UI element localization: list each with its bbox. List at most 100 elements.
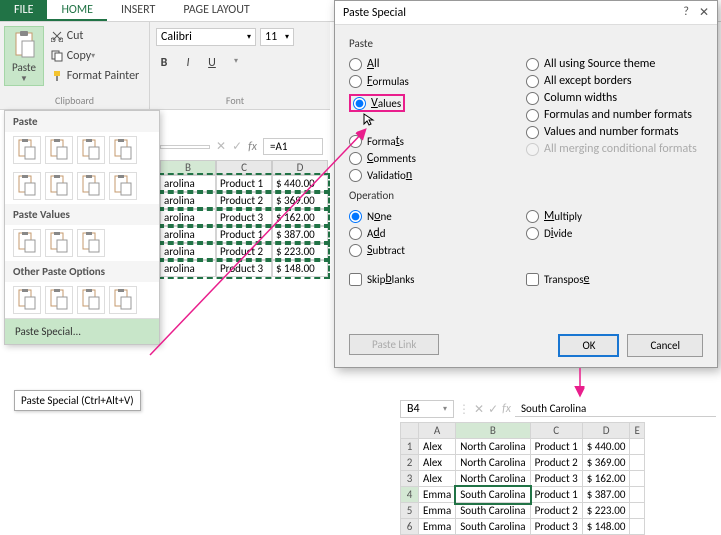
cell[interactable]: Product 2: [530, 455, 582, 471]
cancel-button[interactable]: Cancel: [627, 334, 703, 357]
cell[interactable]: South Carolina: [456, 503, 530, 519]
cell[interactable]: Product 3: [216, 209, 272, 226]
cell[interactable]: $ 223.00: [272, 243, 328, 260]
cell[interactable]: arolina: [160, 260, 216, 277]
cell[interactable]: arolina: [160, 243, 216, 260]
cell[interactable]: [630, 503, 644, 519]
cell[interactable]: [630, 455, 644, 471]
cell[interactable]: Emma: [419, 487, 456, 503]
row-header[interactable]: 3: [401, 471, 419, 487]
check-skip-blanks[interactable]: Skip blanks: [349, 272, 526, 286]
font-name-select[interactable]: Calibri▾: [156, 28, 256, 46]
cell[interactable]: $ 162.00: [272, 209, 328, 226]
radio-formulas[interactable]: Formulas: [349, 74, 526, 88]
italic-button[interactable]: I: [180, 56, 196, 70]
paste-option-icon[interactable]: [45, 286, 73, 314]
col-header[interactable]: D: [272, 160, 328, 175]
radio-subtract[interactable]: Subtract: [349, 243, 526, 257]
paste-option-icon[interactable]: [77, 229, 105, 257]
radio-formats[interactable]: Formats: [349, 134, 526, 148]
formula-input-result[interactable]: South Carolina: [515, 401, 716, 417]
radio-validation[interactable]: Validation: [349, 168, 526, 182]
cell[interactable]: $ 387.00: [582, 487, 630, 503]
radio-borders[interactable]: All except borders: [526, 74, 703, 88]
radio-multiply[interactable]: Multiply: [526, 209, 703, 223]
col-header[interactable]: C: [216, 160, 272, 175]
radio-formulas-num[interactable]: Formulas and number formats: [526, 108, 703, 122]
cell[interactable]: [630, 439, 644, 455]
cell[interactable]: $ 223.00: [582, 503, 630, 519]
radio-divide[interactable]: Divide: [526, 226, 703, 240]
check-icon[interactable]: ✓: [488, 402, 498, 417]
paste-option-icon[interactable]: [13, 286, 41, 314]
close-icon[interactable]: ✕: [699, 5, 709, 20]
fx-icon[interactable]: fx: [248, 140, 257, 154]
radio-add[interactable]: Add: [349, 226, 526, 240]
ok-button[interactable]: OK: [558, 334, 619, 357]
cell[interactable]: $ 440.00: [582, 439, 630, 455]
cell[interactable]: Product 1: [530, 487, 582, 503]
cell[interactable]: Product 1: [216, 226, 272, 243]
radio-comments[interactable]: Comments: [349, 151, 526, 165]
name-box-result[interactable]: B4▾: [400, 400, 454, 418]
tab-home[interactable]: HOME: [47, 0, 107, 21]
formula-input[interactable]: =A1: [263, 138, 323, 155]
check-icon[interactable]: ✓: [232, 139, 242, 154]
paste-option-icon[interactable]: [77, 136, 105, 164]
cell[interactable]: [630, 471, 644, 487]
chevron-down-icon[interactable]: ▼: [5, 74, 43, 84]
cell[interactable]: Emma: [419, 503, 456, 519]
paste-special-menu-item[interactable]: Paste Special...: [5, 318, 159, 344]
paste-option-icon[interactable]: [45, 136, 73, 164]
radio-theme[interactable]: All using Source theme: [526, 57, 703, 71]
paste-option-icon[interactable]: [109, 286, 137, 314]
fx-icon[interactable]: fx: [502, 402, 511, 416]
name-box[interactable]: [160, 145, 210, 149]
cell[interactable]: Alex: [419, 439, 456, 455]
paste-button[interactable]: Paste ▼: [4, 26, 44, 86]
cell[interactable]: $ 162.00: [582, 471, 630, 487]
cut-button[interactable]: Cut: [51, 26, 140, 46]
cell[interactable]: arolina: [160, 209, 216, 226]
bold-button[interactable]: B: [156, 56, 172, 70]
row-header[interactable]: 5: [401, 503, 419, 519]
tab-insert[interactable]: INSERT: [107, 0, 169, 21]
copy-button[interactable]: Copy ▾: [51, 46, 140, 66]
paste-option-icon[interactable]: [109, 136, 137, 164]
cell[interactable]: arolina: [160, 192, 216, 209]
cell[interactable]: $ 387.00: [272, 226, 328, 243]
radio-values[interactable]: Values: [349, 94, 405, 112]
font-size-select[interactable]: 11▾: [260, 28, 294, 46]
cell[interactable]: Product 2: [216, 243, 272, 260]
cell[interactable]: North Carolina: [456, 439, 530, 455]
result-grid[interactable]: ABCDE 1AlexNorth CarolinaProduct 1$ 440.…: [400, 422, 645, 535]
paste-option-icon[interactable]: [13, 136, 41, 164]
underline-button[interactable]: U: [204, 56, 220, 70]
col-header[interactable]: B: [160, 160, 216, 175]
cell[interactable]: $ 369.00: [582, 455, 630, 471]
row-header[interactable]: 4: [401, 487, 419, 503]
cell[interactable]: Product 2: [530, 503, 582, 519]
paste-option-icon[interactable]: [77, 172, 105, 200]
radio-none[interactable]: None: [349, 209, 526, 223]
cell[interactable]: Alex: [419, 455, 456, 471]
cell[interactable]: Product 1: [530, 439, 582, 455]
cancel-icon[interactable]: ✕: [216, 139, 226, 154]
cell[interactable]: arolina: [160, 175, 216, 192]
cell[interactable]: Product 3: [530, 471, 582, 487]
cell[interactable]: arolina: [160, 226, 216, 243]
cancel-icon[interactable]: ✕: [474, 402, 484, 417]
cell[interactable]: $ 369.00: [272, 192, 328, 209]
paste-option-icon[interactable]: [45, 172, 73, 200]
row-header[interactable]: 1: [401, 439, 419, 455]
cell[interactable]: Product 2: [216, 192, 272, 209]
cell[interactable]: Product 1: [216, 175, 272, 192]
cell[interactable]: North Carolina: [456, 455, 530, 471]
format-painter-button[interactable]: Format Painter: [51, 66, 140, 86]
paste-option-icon[interactable]: [45, 229, 73, 257]
radio-widths[interactable]: Column widths: [526, 91, 703, 105]
paste-option-icon[interactable]: [109, 172, 137, 200]
paste-option-icon[interactable]: [13, 172, 41, 200]
radio-values-num[interactable]: Values and number formats: [526, 125, 703, 139]
radio-all[interactable]: All: [349, 57, 526, 71]
